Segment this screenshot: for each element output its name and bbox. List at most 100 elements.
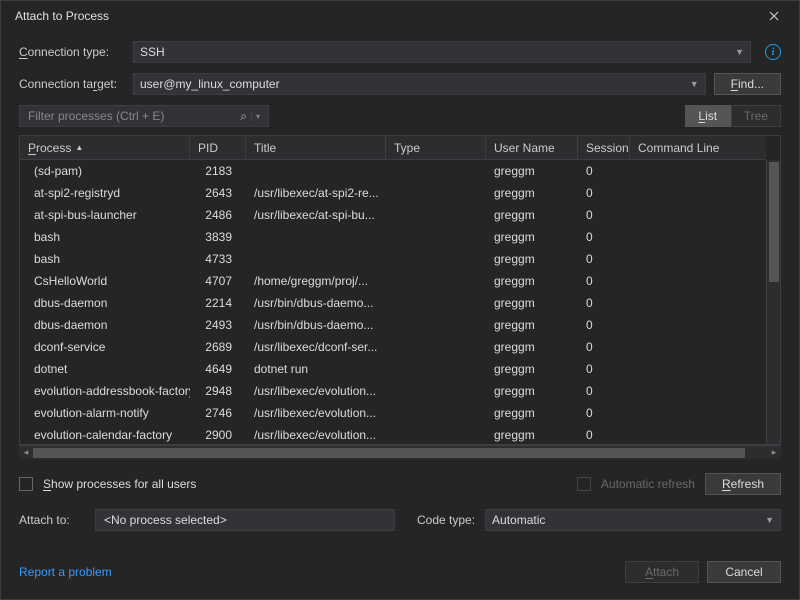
cell-type bbox=[386, 160, 486, 182]
connection-type-combo[interactable]: SSH ▼ bbox=[133, 41, 751, 63]
scroll-left-icon[interactable]: ◂ bbox=[19, 447, 33, 458]
attach-button: Attach bbox=[625, 561, 699, 583]
cell-pid: 2486 bbox=[190, 204, 246, 226]
cell-user: greggm bbox=[486, 182, 578, 204]
cell-process: CsHelloWorld bbox=[20, 270, 190, 292]
cell-type bbox=[386, 226, 486, 248]
table-row[interactable]: bash4733greggm0 bbox=[20, 248, 766, 270]
table-row[interactable]: bash3839greggm0 bbox=[20, 226, 766, 248]
dialog-title: Attach to Process bbox=[15, 9, 109, 23]
table-row[interactable]: evolution-alarm-notify2746/usr/libexec/e… bbox=[20, 402, 766, 424]
cell-session: 0 bbox=[578, 248, 630, 270]
scroll-right-icon[interactable]: ▸ bbox=[767, 447, 781, 458]
cell-type bbox=[386, 292, 486, 314]
cell-user: greggm bbox=[486, 292, 578, 314]
table-row[interactable]: dconf-service2689/usr/libexec/dconf-ser.… bbox=[20, 336, 766, 358]
table-row[interactable]: evolution-calendar-factory2900/usr/libex… bbox=[20, 424, 766, 444]
cell-session: 0 bbox=[578, 314, 630, 336]
cell-process: dconf-service bbox=[20, 336, 190, 358]
cell-title: /home/greggm/proj/... bbox=[246, 270, 386, 292]
list-view-button[interactable]: List bbox=[685, 105, 731, 127]
cell-user: greggm bbox=[486, 424, 578, 444]
table-row[interactable]: dotnet4649dotnet rungreggm0 bbox=[20, 358, 766, 380]
grid-body[interactable]: (sd-pam)2183greggm0at-spi2-registryd2643… bbox=[20, 160, 766, 444]
cell-session: 0 bbox=[578, 380, 630, 402]
table-row[interactable]: at-spi2-registryd2643/usr/libexec/at-spi… bbox=[20, 182, 766, 204]
cell-cmd bbox=[630, 292, 766, 314]
horizontal-scrollbar[interactable]: ◂ ▸ bbox=[19, 445, 781, 459]
col-user[interactable]: User Name bbox=[486, 136, 578, 159]
chevron-down-icon: ▼ bbox=[765, 515, 774, 525]
table-row[interactable]: dbus-daemon2214/usr/bin/dbus-daemo...gre… bbox=[20, 292, 766, 314]
close-icon bbox=[769, 11, 779, 21]
cell-process: bash bbox=[20, 226, 190, 248]
cell-type bbox=[386, 314, 486, 336]
cell-cmd bbox=[630, 204, 766, 226]
cell-process: dbus-daemon bbox=[20, 314, 190, 336]
cell-session: 0 bbox=[578, 424, 630, 444]
scrollbar-thumb[interactable] bbox=[769, 162, 779, 282]
col-process[interactable]: Process▲ bbox=[20, 136, 190, 159]
cell-cmd bbox=[630, 248, 766, 270]
cell-pid: 2643 bbox=[190, 182, 246, 204]
filter-placeholder: Filter processes (Ctrl + E) bbox=[28, 109, 164, 123]
table-row[interactable]: CsHelloWorld4707/home/greggm/proj/...gre… bbox=[20, 270, 766, 292]
cell-pid: 2183 bbox=[190, 160, 246, 182]
grid-header: Process▲ PID Title Type User Name Sessio… bbox=[20, 136, 766, 160]
cell-type bbox=[386, 182, 486, 204]
attach-to-label: Attach to: bbox=[19, 513, 85, 527]
chevron-down-icon: ▼ bbox=[735, 47, 744, 57]
code-type-label: Code type: bbox=[417, 513, 475, 527]
connection-target-combo[interactable]: user@my_linux_computer ▼ bbox=[133, 73, 706, 95]
cell-cmd bbox=[630, 358, 766, 380]
attach-to-value: <No process selected> bbox=[95, 509, 395, 531]
cell-pid: 2746 bbox=[190, 402, 246, 424]
cell-cmd bbox=[630, 402, 766, 424]
cell-title bbox=[246, 226, 386, 248]
col-cmd[interactable]: Command Line bbox=[630, 136, 766, 159]
cell-session: 0 bbox=[578, 336, 630, 358]
table-row[interactable]: at-spi-bus-launcher2486/usr/libexec/at-s… bbox=[20, 204, 766, 226]
info-icon[interactable]: i bbox=[765, 44, 781, 60]
cell-process: evolution-addressbook-factory bbox=[20, 380, 190, 402]
col-title[interactable]: Title bbox=[246, 136, 386, 159]
chevron-down-icon[interactable]: ▾ bbox=[251, 112, 264, 121]
connection-target-label: Connection target: bbox=[19, 77, 125, 91]
cell-user: greggm bbox=[486, 204, 578, 226]
table-row[interactable]: dbus-daemon2493/usr/bin/dbus-daemo...gre… bbox=[20, 314, 766, 336]
cell-cmd bbox=[630, 380, 766, 402]
cell-user: greggm bbox=[486, 270, 578, 292]
cell-pid: 4649 bbox=[190, 358, 246, 380]
find-button[interactable]: Find... bbox=[714, 73, 781, 95]
cell-cmd bbox=[630, 424, 766, 444]
cell-cmd bbox=[630, 226, 766, 248]
cell-pid: 4733 bbox=[190, 248, 246, 270]
cell-user: greggm bbox=[486, 358, 578, 380]
cell-pid: 2948 bbox=[190, 380, 246, 402]
connection-type-label: Connection type: bbox=[19, 45, 125, 59]
code-type-combo[interactable]: Automatic ▼ bbox=[485, 509, 781, 531]
cell-session: 0 bbox=[578, 358, 630, 380]
col-type[interactable]: Type bbox=[386, 136, 486, 159]
cell-cmd bbox=[630, 182, 766, 204]
col-pid[interactable]: PID bbox=[190, 136, 246, 159]
cell-session: 0 bbox=[578, 160, 630, 182]
cell-user: greggm bbox=[486, 336, 578, 358]
cell-pid: 2214 bbox=[190, 292, 246, 314]
cell-session: 0 bbox=[578, 182, 630, 204]
col-session[interactable]: Session bbox=[578, 136, 630, 159]
filter-input[interactable]: Filter processes (Ctrl + E) ⌕ ▾ bbox=[19, 105, 269, 127]
vertical-scrollbar[interactable] bbox=[766, 160, 780, 444]
cancel-button[interactable]: Cancel bbox=[707, 561, 781, 583]
refresh-button[interactable]: Refresh bbox=[705, 473, 781, 495]
close-button[interactable] bbox=[757, 3, 791, 29]
table-row[interactable]: (sd-pam)2183greggm0 bbox=[20, 160, 766, 182]
connection-type-value: SSH bbox=[140, 45, 165, 59]
options-row: Show processes for all users Automatic r… bbox=[1, 459, 799, 505]
table-row[interactable]: evolution-addressbook-factory2948/usr/li… bbox=[20, 380, 766, 402]
tree-view-button[interactable]: Tree bbox=[731, 105, 781, 127]
scrollbar-thumb[interactable] bbox=[33, 448, 745, 458]
cell-title: /usr/bin/dbus-daemo... bbox=[246, 292, 386, 314]
report-problem-link[interactable]: Report a problem bbox=[19, 565, 112, 579]
show-all-users-checkbox[interactable] bbox=[19, 477, 33, 491]
